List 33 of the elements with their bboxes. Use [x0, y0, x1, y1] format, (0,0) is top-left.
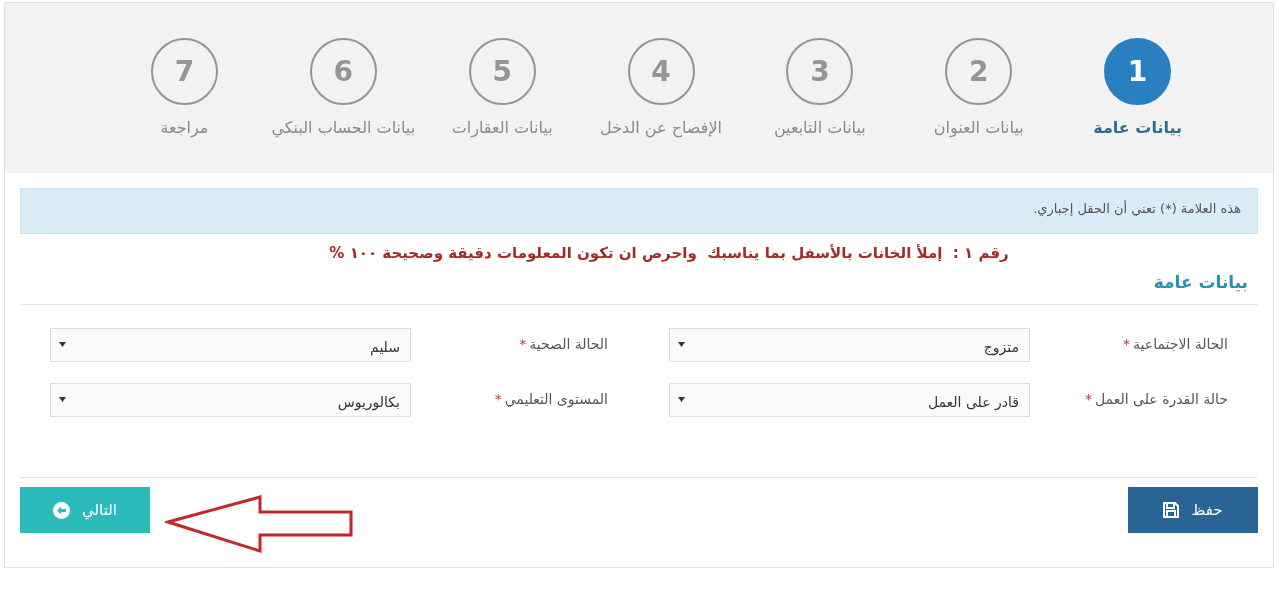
save-icon [1163, 502, 1180, 518]
field-label: حالة القدرة على العمل * [1085, 390, 1229, 410]
arrow-left-circle-icon [53, 501, 71, 519]
dropdown-field[interactable]: قادر على العمل [669, 383, 1030, 417]
step-label: الإفصاح عن الدخل [600, 118, 722, 137]
dropdown-field[interactable]: سليم [50, 328, 411, 362]
step-label: مراجعة [160, 118, 209, 137]
step-label: بيانات التابعين [773, 118, 866, 137]
step-number[interactable]: 2 [945, 38, 1013, 105]
caret-icon [678, 396, 685, 402]
step-number[interactable]: 4 [627, 38, 695, 105]
caret-icon [678, 341, 685, 347]
save-button[interactable]: حفظ [1128, 487, 1258, 533]
field-label: الحالة الاجتماعية * [1123, 335, 1229, 354]
step-label: بيانات العنوان [933, 118, 1024, 137]
caret-icon [59, 396, 66, 402]
step-number[interactable]: 7 [150, 38, 218, 105]
step-number[interactable]: 5 [468, 38, 536, 105]
field-label: المستوى التعليمي * [494, 390, 609, 410]
field-label: الحالة الصحية * [519, 335, 609, 354]
notice-banner: هذه العلامة (*) تعني أن الحقل إجباري. [20, 188, 1258, 234]
dropdown-field[interactable]: بكالوريوس [50, 383, 411, 417]
caret-icon [59, 341, 66, 347]
instruction-text: رقم ١ : إملأ الخانات بالأسفل بما يناسبك واحرص ان تكون المعلومات دقيقة وصحيحة ١٠٠ % [328, 244, 1010, 262]
section-title: بيانات عامة [1152, 272, 1249, 292]
next-button[interactable]: التالي [20, 487, 150, 533]
step-label: بيانات عامة [1093, 118, 1182, 137]
step-number[interactable]: 6 [309, 38, 377, 105]
step-number[interactable]: 3 [786, 38, 854, 105]
step-label: بيانات الحساب البنكي [271, 118, 416, 137]
dropdown-field[interactable]: متزوج [669, 328, 1030, 362]
step-number[interactable]: 1 [1104, 38, 1172, 105]
step-label: بيانات العقارات [451, 118, 553, 137]
